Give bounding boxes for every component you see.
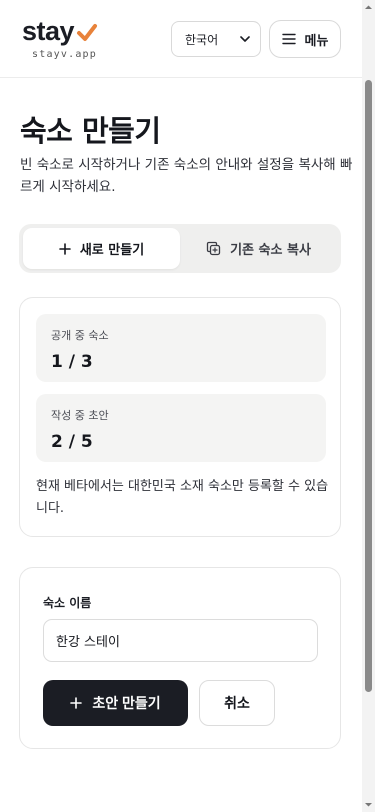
create-draft-button[interactable]: 초안 만들기	[43, 680, 188, 726]
page-title: 숙소 만들기	[20, 114, 161, 148]
scroll-up-arrow-icon[interactable]	[364, 3, 373, 12]
stat-drafts-label: 작성 중 초안	[51, 409, 109, 422]
plus-icon	[59, 242, 71, 255]
stat-drafts: 작성 중 초안 2 / 5	[36, 394, 326, 462]
stat-drafts-value: 2 / 5	[51, 432, 93, 452]
create-mode-tabs: 새로 만들기 기존 숙소 복사	[19, 224, 341, 273]
beta-notice: 현재 베타에서는 대한민국 소재 숙소만 등록할 수 있습니다.	[36, 479, 329, 516]
name-field-label: 숙소 이름	[43, 596, 92, 610]
logo-domain: stayv.app	[32, 49, 97, 60]
quota-card: 공개 중 숙소 1 / 3 작성 중 초안 2 / 5 현재 베타에서는 대한민…	[19, 297, 341, 537]
hamburger-icon	[281, 33, 296, 45]
cancel-label: 취소	[224, 695, 250, 711]
stat-published-value: 1 / 3	[51, 352, 93, 372]
stat-published-label: 공개 중 숙소	[51, 329, 109, 342]
scroll-down-arrow-icon[interactable]	[364, 800, 373, 809]
stay-logo[interactable]: stay stayv.app	[22, 16, 98, 60]
menu-button[interactable]: 메뉴	[269, 20, 341, 58]
check-mark-icon	[77, 24, 98, 41]
chevron-down-icon	[240, 36, 250, 42]
language-select[interactable]: 한국어	[171, 21, 261, 57]
scrollbar-thumb[interactable]	[365, 80, 372, 692]
language-value: 한국어	[185, 32, 219, 47]
property-name-input[interactable]	[43, 619, 318, 662]
top-header: stay stayv.app 한국어 메뉴	[0, 0, 375, 78]
create-draft-label: 초안 만들기	[92, 695, 161, 711]
tab-copy-existing[interactable]: 기존 숙소 복사	[180, 228, 337, 269]
tab-copy-label: 기존 숙소 복사	[230, 243, 311, 258]
tab-new-label: 새로 만들기	[79, 243, 145, 258]
tab-new[interactable]: 새로 만들기	[23, 228, 180, 269]
cancel-button[interactable]: 취소	[199, 680, 275, 726]
copy-icon	[206, 241, 221, 256]
stat-published: 공개 중 숙소 1 / 3	[36, 314, 326, 382]
create-form-card: 숙소 이름 초안 만들기 취소	[19, 567, 341, 749]
menu-label: 메뉴	[304, 33, 329, 49]
plus-icon	[70, 697, 83, 709]
page-description: 빈 숙소로 시작하거나 기존 숙소의 안내와 설정을 복사해 빠르게 시작하세요…	[20, 157, 353, 195]
logo-text: stay	[22, 16, 75, 46]
